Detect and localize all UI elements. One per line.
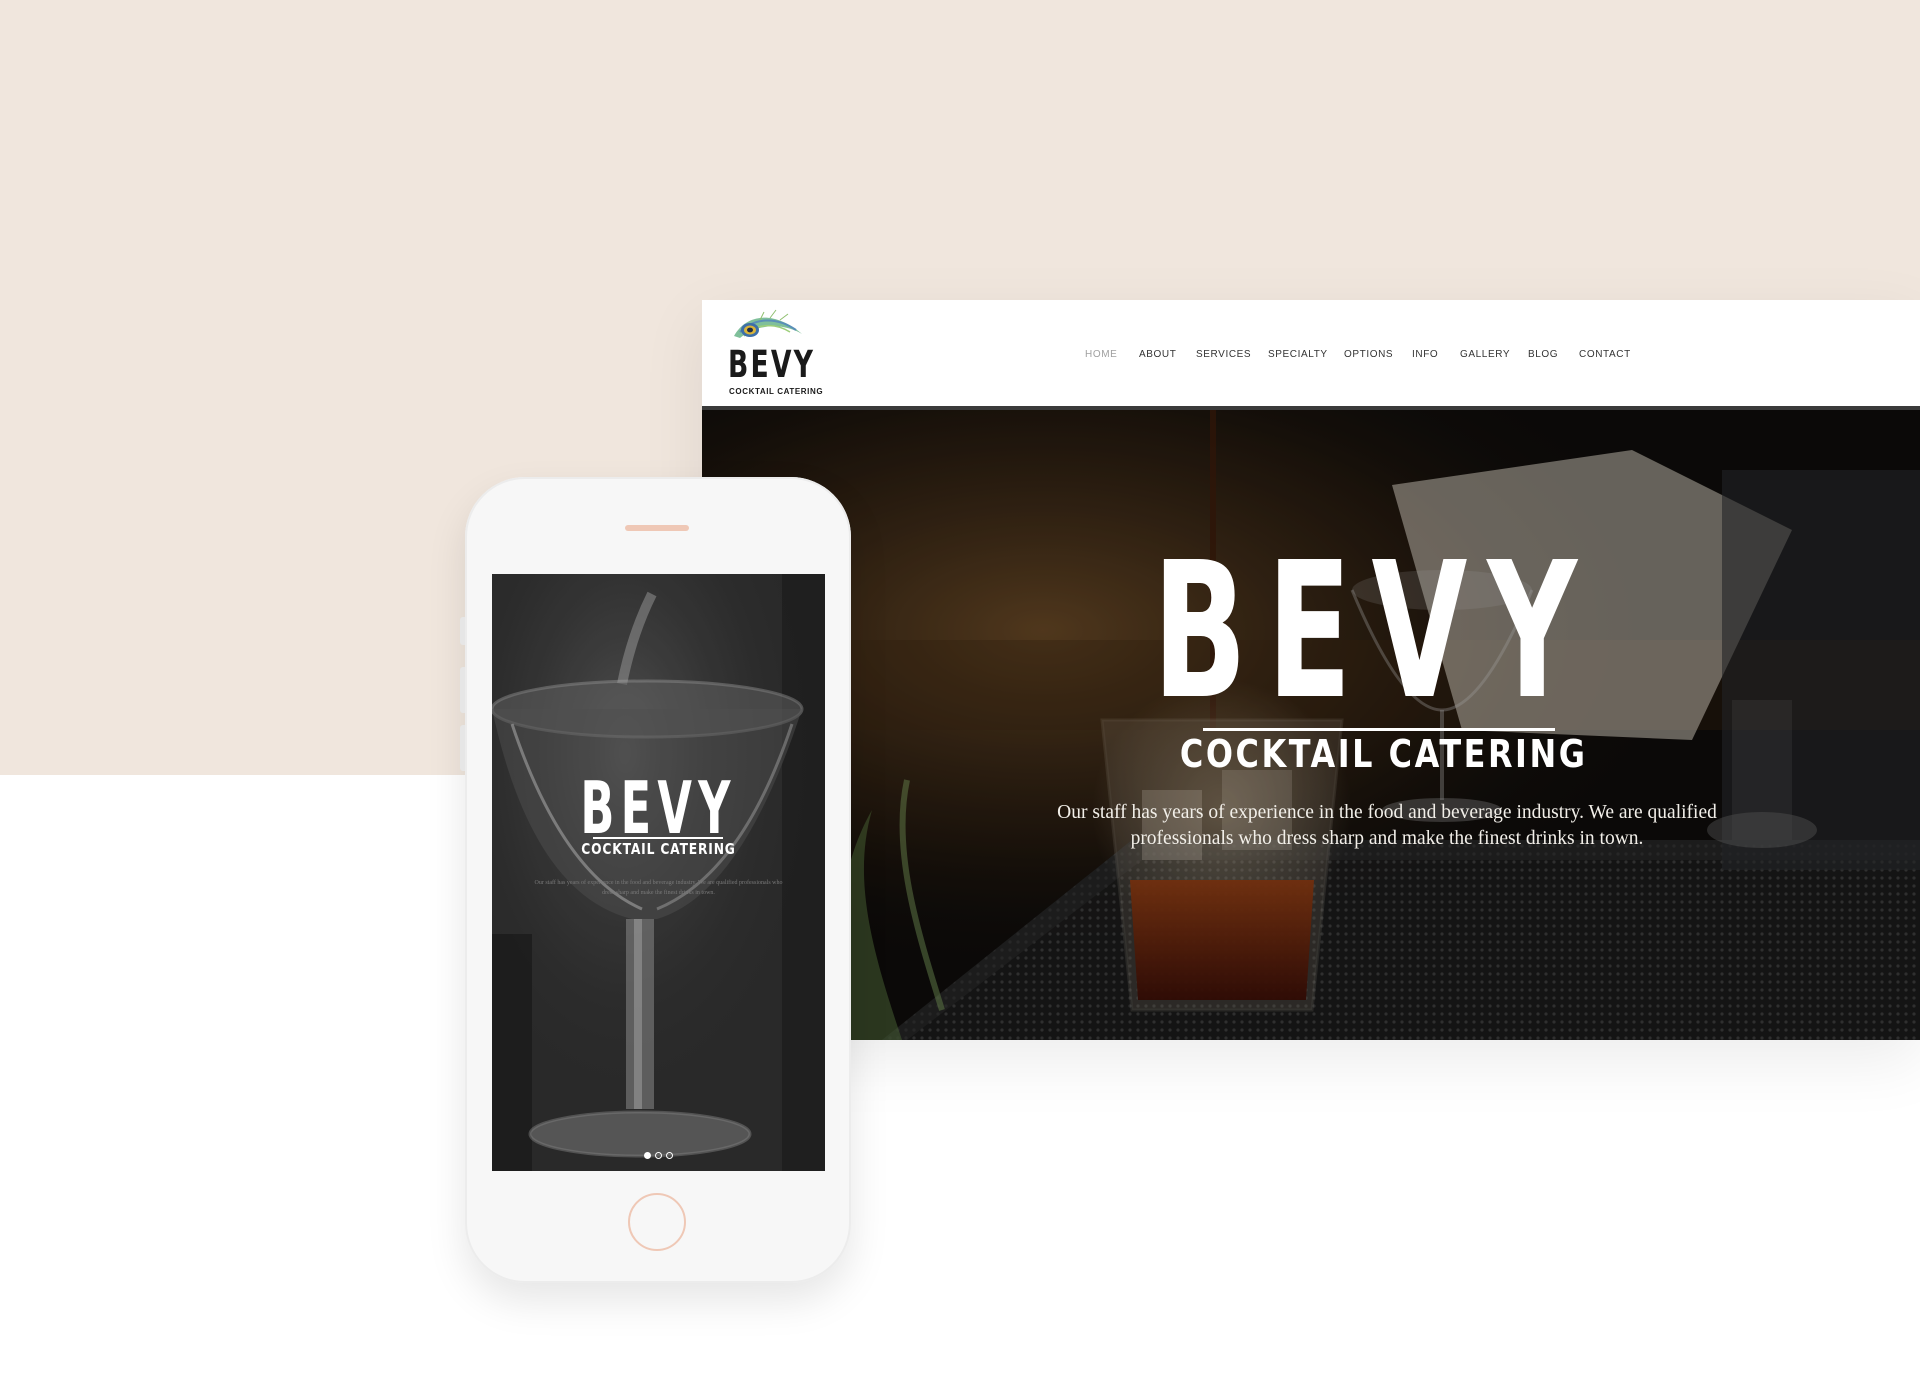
phone-mute-switch [460, 617, 465, 645]
hero-subtitle: COCKTAIL CATERING [1179, 732, 1588, 776]
hero-divider [1203, 728, 1555, 731]
hero-section: BEVY COCKTAIL CATERING Our staff has yea… [702, 410, 1920, 1040]
hero-title: BEVY [702, 538, 1920, 726]
phone-volume-down [460, 725, 465, 771]
phone-home-button[interactable] [628, 1193, 686, 1251]
nav-item-info[interactable]: INFO [1412, 349, 1438, 360]
phone-hero-description: Our staff has years of experience in the… [534, 880, 783, 896]
slider-pagination [492, 1152, 825, 1159]
phone-hero-subtitle: COCKTAIL CATERING [581, 840, 736, 858]
nav-item-home[interactable]: HOME [1085, 349, 1117, 360]
nav-item-specialty[interactable]: SPECIALTY [1268, 349, 1328, 360]
mockup-stage: BEVY COCKTAIL CATERING HOME ABOUT SERVIC… [0, 0, 1920, 1379]
phone-hero-title: BEVY [580, 766, 737, 850]
desktop-mockup: BEVY COCKTAIL CATERING HOME ABOUT SERVIC… [702, 300, 1920, 1040]
slider-dot[interactable] [666, 1152, 673, 1159]
slider-dot[interactable] [655, 1152, 662, 1159]
phone-hero-divider [593, 837, 723, 839]
phone-speaker [625, 525, 689, 531]
phone-mockup: BEVY COCKTAIL CATERING Our staff has yea… [460, 477, 851, 1283]
site-header: BEVY COCKTAIL CATERING HOME ABOUT SERVIC… [702, 300, 1920, 410]
hero-title-text: BEVY [1152, 522, 1598, 741]
nav-item-gallery[interactable]: GALLERY [1460, 349, 1510, 360]
slider-dot[interactable] [644, 1152, 651, 1159]
nav-item-blog[interactable]: BLOG [1528, 349, 1558, 360]
nav-item-options[interactable]: OPTIONS [1344, 349, 1393, 360]
phone-hero-background-image [492, 574, 825, 1171]
nav-item-contact[interactable]: CONTACT [1579, 349, 1631, 360]
nav-item-services[interactable]: SERVICES [1196, 349, 1251, 360]
phone-screen: BEVY COCKTAIL CATERING Our staff has yea… [492, 574, 825, 1171]
hero-description: Our staff has years of experience in the… [1057, 802, 1717, 849]
phone-volume-up [460, 667, 465, 713]
nav-item-about[interactable]: ABOUT [1139, 349, 1176, 360]
main-nav: HOME ABOUT SERVICES SPECIALTY OPTIONS IN… [702, 300, 1920, 410]
